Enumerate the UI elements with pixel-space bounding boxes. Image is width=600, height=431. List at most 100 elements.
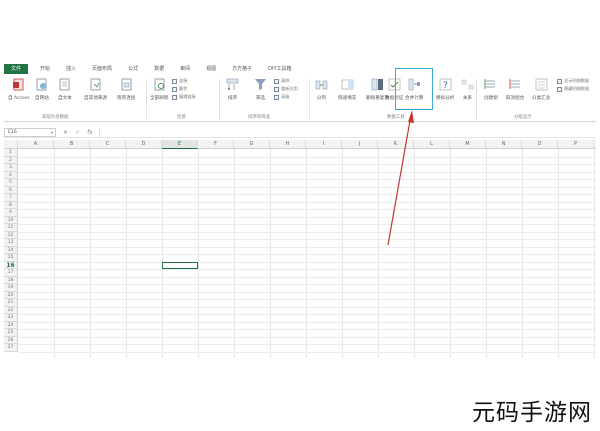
from-access-button[interactable]: 自 Access (8, 78, 30, 101)
what-if-analysis-button[interactable]: ? 模拟分析 (436, 78, 454, 101)
column-header-p[interactable]: P (558, 140, 594, 149)
relationships-button[interactable]: 关系 (461, 78, 474, 101)
row-header-17[interactable]: 17 (4, 269, 18, 277)
ungroup-button[interactable]: 取消组合 (506, 78, 524, 101)
tab-page-layout[interactable]: 页面布局 (84, 64, 120, 74)
row-header-13[interactable]: 13 (4, 239, 18, 247)
column-header-i[interactable]: I (306, 140, 342, 149)
show-detail-link[interactable]: 显示明细数据 (557, 78, 589, 84)
row-header-2[interactable]: 2 (4, 156, 18, 164)
column-header-f[interactable]: F (198, 140, 234, 149)
filter-icon (255, 79, 266, 90)
from-other-sources-button[interactable]: 自其他来源 (84, 78, 107, 101)
tab-home[interactable]: 开始 (32, 64, 58, 74)
row-header-25[interactable]: 25 (4, 329, 18, 337)
cancel-icon[interactable]: ✕ (63, 129, 68, 136)
column-header-k[interactable]: K (378, 140, 414, 149)
advanced-icon (274, 94, 279, 100)
column-header-d[interactable]: D (126, 140, 162, 149)
row-header-14[interactable]: 14 (4, 246, 18, 254)
properties-icon (172, 86, 177, 92)
fx-icon[interactable]: fx (87, 129, 93, 136)
row-header-8[interactable]: 8 (4, 201, 18, 209)
ungroup-icon (509, 79, 520, 89)
column-header-c[interactable]: C (90, 140, 126, 149)
row-header-24[interactable]: 24 (4, 321, 18, 329)
column-header-e[interactable]: E (162, 140, 198, 149)
tab-data[interactable]: 数据 (146, 64, 172, 74)
ribbon-data: 自 Access 自网站 自文本 自其他来源 现有连接 获取外部数据 全部刷新 … (4, 75, 596, 122)
properties-link[interactable]: 属性 (172, 86, 196, 92)
sort-button[interactable]: 排序 (226, 78, 239, 101)
edit-links-link[interactable]: 编辑链接 (172, 94, 196, 100)
row-header-23[interactable]: 23 (4, 314, 18, 322)
watermark-text: 元码手游网 (472, 400, 592, 426)
selected-cell[interactable] (162, 261, 198, 269)
formula-input[interactable] (98, 127, 596, 137)
column-header-h[interactable]: H (270, 140, 306, 149)
tab-file[interactable]: 文件 (4, 64, 29, 74)
tab-diy-toolbox[interactable]: DIY工具箱 (260, 64, 299, 74)
existing-connections-button[interactable]: 现有连接 (117, 78, 135, 101)
filter-button[interactable]: 筛选 (254, 78, 267, 101)
row-header-3[interactable]: 3 (4, 164, 18, 172)
row-header-22[interactable]: 22 (4, 306, 18, 314)
confirm-icon[interactable]: ✓ (75, 129, 80, 136)
column-header-b[interactable]: B (54, 140, 90, 149)
svg-text:?: ? (443, 81, 448, 91)
separator (309, 79, 310, 119)
name-box[interactable]: E16 ▾ (4, 127, 56, 137)
row-header-11[interactable]: 11 (4, 224, 18, 232)
row-header-15[interactable]: 15 (4, 254, 18, 262)
chevron-down-icon[interactable]: ▾ (51, 129, 53, 137)
row-header-27[interactable]: 27 (4, 344, 18, 352)
row-header-7[interactable]: 7 (4, 194, 18, 202)
advanced-filter-link[interactable]: 高级 (274, 94, 298, 100)
flash-fill-button[interactable]: 快速填充 (338, 78, 356, 101)
clear-filter-link[interactable]: 清除 (274, 78, 298, 84)
tab-view[interactable]: 视图 (198, 64, 224, 74)
row-header-26[interactable]: 26 (4, 336, 18, 344)
column-header-g[interactable]: G (234, 140, 270, 149)
tab-formulas[interactable]: 公式 (120, 64, 146, 74)
connections-link[interactable]: 连接 (172, 78, 196, 84)
tab-review[interactable]: 审阅 (172, 64, 198, 74)
row-header-16[interactable]: 16 (4, 261, 18, 269)
column-header-o[interactable]: O (522, 140, 558, 149)
group-button[interactable]: 创建组 (484, 78, 498, 101)
cell-grid[interactable] (18, 149, 596, 358)
row-header-10[interactable]: 10 (4, 216, 18, 224)
hide-detail-link[interactable]: 隐藏明细数据 (557, 86, 589, 92)
row-header-21[interactable]: 21 (4, 299, 18, 307)
row-header-12[interactable]: 12 (4, 231, 18, 239)
grid-line (18, 261, 596, 262)
select-all-corner[interactable] (4, 140, 18, 149)
row-header-9[interactable]: 9 (4, 209, 18, 217)
reapply-link[interactable]: 重新应用 (274, 86, 298, 92)
refresh-all-button[interactable]: 全部刷新 (150, 78, 168, 101)
column-header-l[interactable]: L (414, 140, 450, 149)
from-web-button[interactable]: 自网站 (35, 78, 49, 101)
column-header-n[interactable]: N (486, 140, 522, 149)
subtotal-button[interactable]: 分类汇总 (532, 78, 550, 101)
column-header-a[interactable]: A (18, 140, 54, 149)
column-header-m[interactable]: M (450, 140, 486, 149)
row-header-5[interactable]: 5 (4, 179, 18, 187)
text-to-columns-button[interactable]: 分列 (315, 78, 328, 101)
grid-line (18, 291, 596, 292)
from-text-button[interactable]: 自文本 (58, 78, 72, 101)
row-header-6[interactable]: 6 (4, 186, 18, 194)
column-header-j[interactable]: J (342, 140, 378, 149)
row-header-20[interactable]: 20 (4, 291, 18, 299)
relationships-icon (461, 79, 474, 90)
group-label-data-tools: 数据工具 (387, 115, 405, 120)
show-detail-icon (557, 78, 562, 84)
tab-fangfang[interactable]: 方方格子 (224, 64, 260, 74)
row-header-1[interactable]: 1 (4, 149, 18, 157)
row-header-19[interactable]: 19 (4, 284, 18, 292)
row-header-4[interactable]: 4 (4, 171, 18, 179)
row-header-18[interactable]: 18 (4, 276, 18, 284)
group-label-outline: 分级显示 (514, 115, 532, 120)
tab-insert[interactable]: 插入 (58, 64, 84, 74)
column-headers: ABCDEFGHIJKLMNOP (4, 140, 596, 149)
